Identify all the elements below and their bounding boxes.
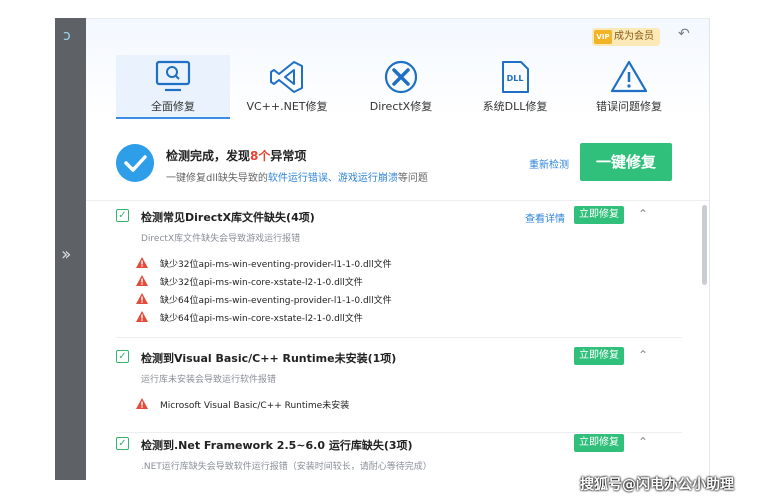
divider bbox=[116, 432, 682, 433]
summary-sub-suffix: 等问题 bbox=[397, 173, 428, 184]
left-sidebar: ↄ ›› bbox=[55, 18, 86, 480]
section-title: 检测常见DirectX库文件缺失(4项) bbox=[141, 211, 315, 224]
tab-label: 全面修复 bbox=[151, 100, 195, 113]
collapse-chevron-icon[interactable]: ⌃ bbox=[638, 348, 648, 362]
section-vb-runtime: ✓ 检测到Visual Basic/C++ Runtime未安装(1项) 运行库… bbox=[116, 347, 682, 434]
dll-file-icon: DLL bbox=[502, 61, 529, 93]
section-description: .NET运行库缺失会导致软件运行报错（安装时间较长，请耐心等待完成） bbox=[141, 462, 432, 472]
item-text: 缺少64位api-ms-win-eventing-provider-l1-1-0… bbox=[160, 296, 392, 306]
fix-now-button[interactable]: 立即修复 bbox=[574, 434, 624, 452]
summary-title: 检测完成，发现8个异常项 bbox=[166, 147, 306, 164]
main-window: VIP 成为会员 ↶ 全面修复 VC++.NET修复 DirectX修复 DLL… bbox=[86, 18, 710, 480]
back-arrow-icon[interactable]: ↶ bbox=[678, 26, 690, 42]
tab-label: 错误问题修复 bbox=[596, 100, 662, 113]
check-circle-icon bbox=[116, 144, 154, 182]
item-text: Microsoft Visual Basic/C++ Runtime未安装 bbox=[160, 401, 350, 411]
tab-error-repair[interactable]: 错误问题修复 bbox=[572, 55, 686, 119]
tab-label: VC++.NET修复 bbox=[246, 100, 328, 113]
svg-text:DLL: DLL bbox=[507, 74, 524, 83]
tab-bar: 全面修复 VC++.NET修复 DirectX修复 DLL 系统DLL修复 错误… bbox=[116, 55, 686, 119]
vip-badge-icon: VIP bbox=[594, 30, 612, 44]
section-title: 检测到Visual Basic/C++ Runtime未安装(1项) bbox=[141, 352, 397, 365]
game-crash-link[interactable]: 游戏运行崩溃 bbox=[338, 173, 398, 184]
collapse-chevron-icon[interactable]: ⌃ bbox=[638, 435, 648, 449]
one-click-fix-button[interactable]: 一键修复 bbox=[580, 143, 672, 181]
scan-summary: 检测完成，发现8个异常项 一键修复dll缺失导致的软件运行错误、游戏运行崩溃等问… bbox=[86, 129, 709, 201]
summary-subtitle: 一键修复dll缺失导致的软件运行错误、游戏运行崩溃等问题 bbox=[166, 169, 428, 184]
fix-now-button[interactable]: 立即修复 bbox=[574, 206, 624, 224]
item-text: 缺少64位api-ms-win-core-xstate-l2-1-0.dll文件 bbox=[160, 314, 363, 324]
section-description: 运行库未安装会导致运行软件报错 bbox=[141, 375, 277, 385]
warning-icon bbox=[136, 398, 148, 409]
recheck-link[interactable]: 重新检测 bbox=[529, 156, 569, 171]
scrollbar[interactable] bbox=[702, 205, 707, 285]
expand-sidebar-icon[interactable]: ›› bbox=[61, 244, 72, 265]
summary-title-prefix: 检测完成，发现 bbox=[166, 149, 251, 163]
view-details-link[interactable]: 查看详情 bbox=[525, 210, 565, 225]
section-checkbox[interactable]: ✓ bbox=[116, 437, 129, 450]
warning-icon bbox=[136, 293, 148, 304]
software-error-link[interactable]: 软件运行错误 bbox=[268, 173, 328, 184]
tab-label: DirectX修复 bbox=[369, 100, 433, 113]
visual-studio-icon bbox=[270, 61, 303, 93]
section-checkbox[interactable]: ✓ bbox=[116, 350, 129, 363]
fix-now-button[interactable]: 立即修复 bbox=[574, 347, 624, 365]
section-checkbox[interactable]: ✓ bbox=[116, 209, 129, 222]
tab-full-repair[interactable]: 全面修复 bbox=[116, 55, 230, 119]
divider bbox=[116, 337, 682, 338]
section-directx: ✓ 检测常见DirectX库文件缺失(4项) DirectX库文件缺失会导致游戏… bbox=[116, 206, 682, 339]
section-title: 检测到.Net Framework 2.5~6.0 运行库缺失(3项) bbox=[141, 439, 413, 452]
monitor-search-icon bbox=[155, 60, 191, 92]
watermark: 搜狐号@闪电办公小助理 bbox=[580, 477, 734, 493]
item-text: 缺少32位api-ms-win-eventing-provider-l1-1-0… bbox=[160, 260, 392, 270]
issue-count: 8个 bbox=[250, 149, 271, 163]
tab-system-dll-repair[interactable]: DLL 系统DLL修复 bbox=[458, 55, 572, 119]
warning-icon bbox=[136, 257, 148, 268]
vip-label: 成为会员 bbox=[614, 31, 654, 42]
item-text: 缺少32位api-ms-win-core-xstate-l2-1-0.dll文件 bbox=[160, 278, 363, 288]
summary-sub-sep: 、 bbox=[327, 173, 338, 184]
app-screen: ↄ ›› VIP 成为会员 ↶ 全面修复 VC++.NET修复 DirectX修… bbox=[0, 0, 769, 500]
tab-directx-repair[interactable]: DirectX修复 bbox=[344, 55, 458, 119]
summary-sub-prefix: 一键修复dll缺失导致的 bbox=[166, 173, 268, 184]
directx-icon bbox=[384, 60, 418, 94]
warning-icon bbox=[136, 275, 148, 286]
warning-icon bbox=[136, 311, 148, 322]
warning-icon bbox=[610, 60, 648, 93]
app-logo-icon: ↄ bbox=[63, 28, 71, 44]
collapse-chevron-icon[interactable]: ⌃ bbox=[638, 207, 648, 221]
vip-button[interactable]: VIP 成为会员 bbox=[592, 28, 660, 46]
tab-label: 系统DLL修复 bbox=[482, 100, 548, 113]
tab-vc-net-repair[interactable]: VC++.NET修复 bbox=[230, 55, 344, 119]
summary-title-suffix: 异常项 bbox=[270, 149, 307, 163]
section-description: DirectX库文件缺失会导致游戏运行报错 bbox=[141, 234, 301, 244]
